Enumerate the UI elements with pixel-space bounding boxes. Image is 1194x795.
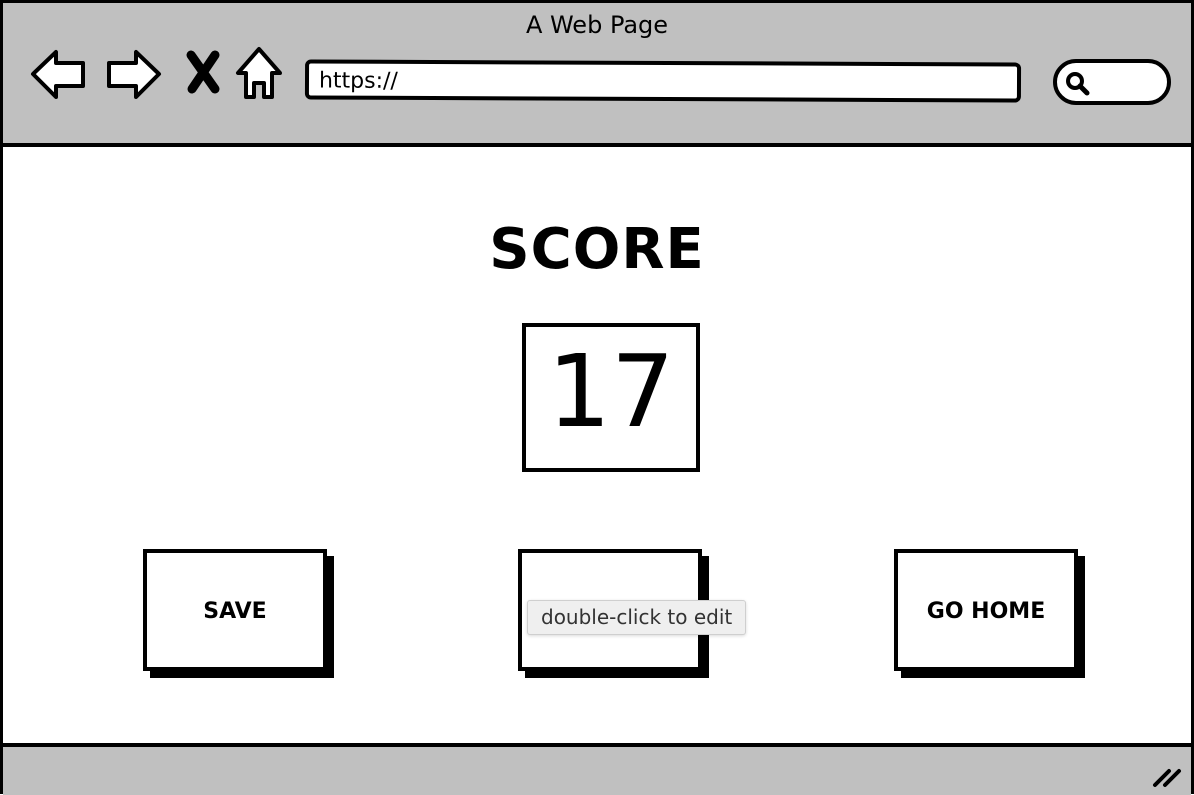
browser-toolbar: A Web Page https:// xyxy=(3,3,1191,147)
score-value: 17 xyxy=(547,333,675,450)
search-input[interactable] xyxy=(1053,59,1171,105)
page-content: SCORE 17 SAVE GO HOME xyxy=(3,147,1191,743)
close-x-icon[interactable] xyxy=(183,43,223,103)
forward-arrow-icon[interactable] xyxy=(103,43,163,103)
score-heading: SCORE xyxy=(489,217,705,282)
window-title: A Web Page xyxy=(525,11,669,39)
url-input[interactable]: https:// xyxy=(304,59,1022,103)
back-arrow-icon[interactable] xyxy=(29,43,89,103)
score-display-box: 17 xyxy=(522,323,700,472)
url-text: https:// xyxy=(318,68,398,94)
save-button-label: SAVE xyxy=(203,599,267,624)
home-icon[interactable] xyxy=(233,43,285,103)
resize-grip-icon[interactable] xyxy=(1151,763,1183,789)
go-home-button[interactable]: GO HOME xyxy=(894,549,1078,671)
search-icon xyxy=(1066,72,1090,96)
go-home-button-label: GO HOME xyxy=(926,599,1046,624)
save-button[interactable]: SAVE xyxy=(143,549,327,671)
status-bar xyxy=(3,743,1191,795)
edit-tooltip: double-click to edit xyxy=(527,600,747,635)
browser-window: A Web Page https:// SCORE 17 SAVE GO HOM… xyxy=(0,0,1194,795)
